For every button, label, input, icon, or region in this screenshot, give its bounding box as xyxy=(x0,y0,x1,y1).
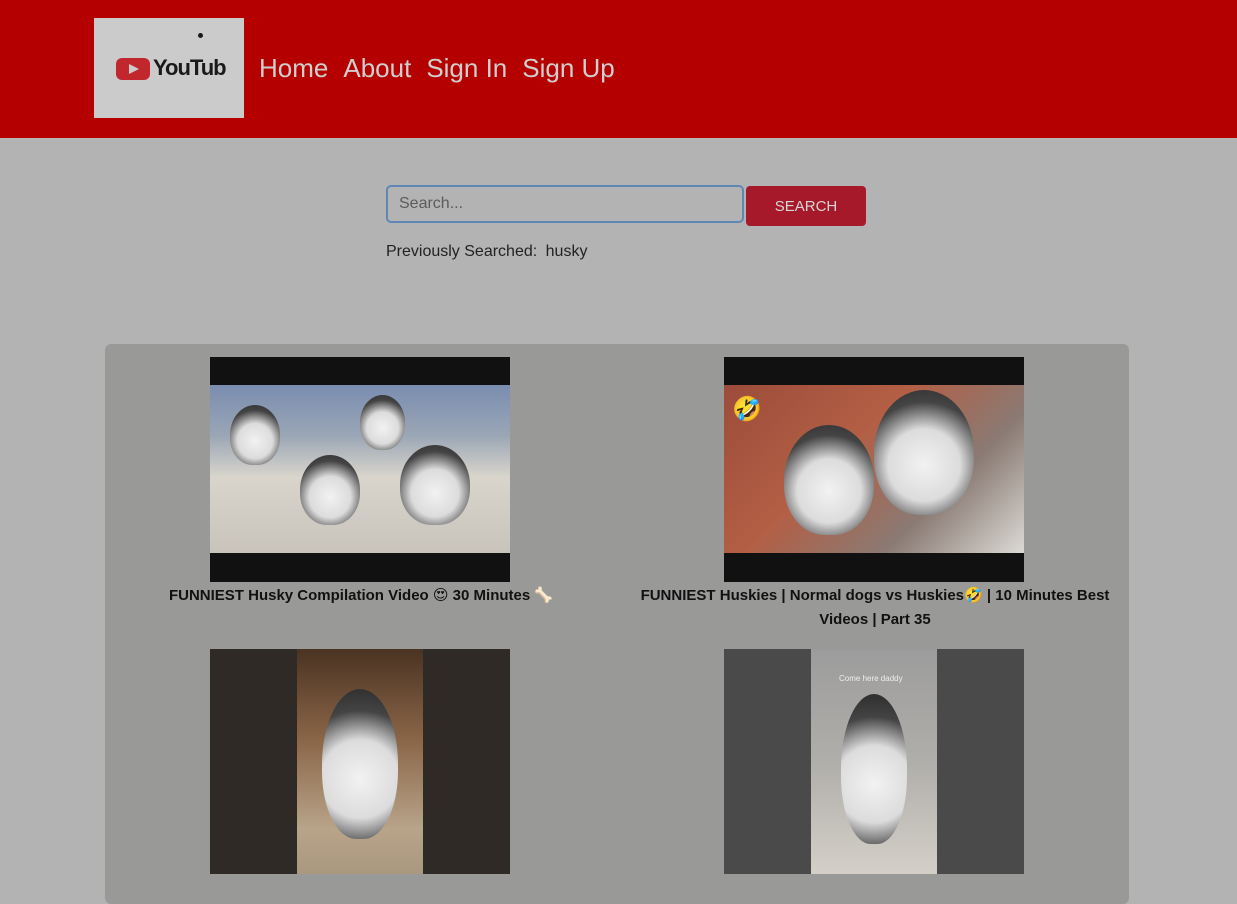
youtube-logo[interactable]: YouTub xyxy=(94,18,244,118)
husky-sitting-thumbnail[interactable]: Come here daddy xyxy=(724,649,1024,874)
dog-figure xyxy=(300,455,360,525)
dog-figure xyxy=(400,445,470,525)
nav-about-link[interactable]: About xyxy=(343,50,411,86)
dog-figure xyxy=(784,425,874,535)
thumbnail-image xyxy=(297,649,423,874)
laughing-emoji-icon: 🤣 xyxy=(732,396,762,423)
thumbnail-image: Come here daddy xyxy=(811,649,937,874)
search-input[interactable] xyxy=(386,185,744,223)
thumbnail-image xyxy=(210,385,510,553)
logo-dot xyxy=(198,33,203,38)
dog-figure xyxy=(322,689,398,839)
nav-links: Home About Sign In Sign Up xyxy=(259,50,630,86)
navbar: YouTub Home About Sign In Sign Up xyxy=(0,0,1237,138)
husky-group-thumbnail[interactable] xyxy=(210,357,510,582)
nav-sign-up-link[interactable]: Sign Up xyxy=(522,50,615,86)
play-button-icon xyxy=(116,58,150,80)
husky-pair-thumbnail[interactable]: 🤣 xyxy=(724,357,1024,582)
thumbnail-blur-side xyxy=(724,649,811,874)
search-button[interactable]: SEARCH xyxy=(746,186,866,226)
previously-searched-value: husky xyxy=(545,243,588,260)
thumbnail-blur-side xyxy=(423,649,510,874)
results-panel: FUNNIEST Husky Compilation Video 😍 30 Mi… xyxy=(105,344,1129,904)
dog-figure xyxy=(230,405,280,465)
previously-searched-label: Previously Searched: xyxy=(386,243,538,260)
video-title[interactable]: FUNNIEST Huskies | Normal dogs vs Huskie… xyxy=(639,584,1111,632)
dog-figure xyxy=(874,390,974,515)
thumbnail-image: 🤣 xyxy=(724,385,1024,553)
previously-searched: Previously Searched: husky xyxy=(386,243,587,261)
thumbnail-caption: Come here daddy xyxy=(839,674,903,683)
dog-figure xyxy=(360,395,405,450)
thumbnail-blur-side xyxy=(937,649,1024,874)
dog-figure xyxy=(841,694,907,844)
nav-home-link[interactable]: Home xyxy=(259,50,328,86)
nav-sign-in-link[interactable]: Sign In xyxy=(426,50,507,86)
thumbnail-blur-side xyxy=(210,649,297,874)
video-title[interactable]: FUNNIEST Husky Compilation Video 😍 30 Mi… xyxy=(125,584,597,608)
husky-howling-thumbnail[interactable] xyxy=(210,649,510,874)
logo-text: YouTub xyxy=(153,55,227,80)
